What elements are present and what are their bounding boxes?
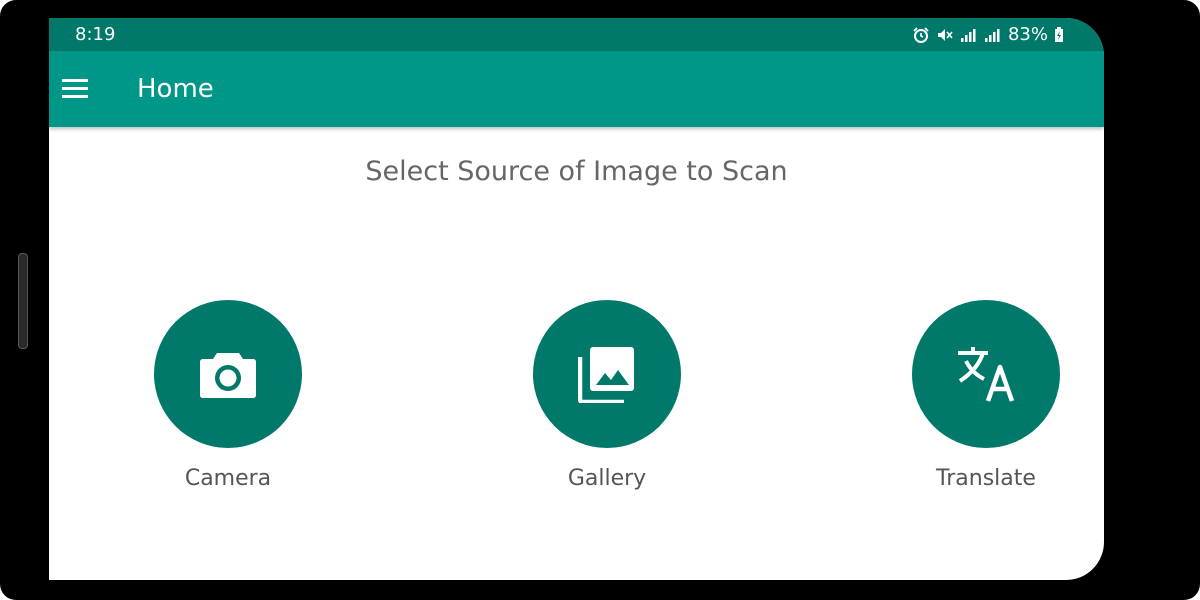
signal-icon	[960, 28, 976, 42]
camera-button[interactable]	[154, 300, 302, 448]
battery-charging-icon	[1055, 26, 1063, 42]
phone-frame: 8:19 83% Home Select Source of Image to …	[0, 0, 1200, 600]
translate-option[interactable]: Translate	[886, 300, 1086, 491]
status-bar: 8:19 83%	[49, 18, 1104, 51]
camera-label: Camera	[184, 466, 272, 491]
menu-button[interactable]	[49, 62, 103, 116]
camera-icon	[200, 353, 256, 398]
gallery-button[interactable]	[533, 300, 681, 448]
alarm-icon	[913, 26, 929, 43]
app-bar: Home	[49, 51, 1104, 127]
page-title: Home	[137, 74, 214, 104]
side-button	[18, 253, 28, 349]
translate-label: Translate	[936, 466, 1036, 491]
status-time: 8:19	[75, 24, 116, 45]
translate-icon	[958, 347, 1015, 402]
screen: 8:19 83% Home Select Source of Image to …	[49, 18, 1104, 580]
gallery-option[interactable]: Gallery	[507, 300, 707, 491]
battery-percent: 83%	[1007, 24, 1048, 45]
hamburger-menu-icon	[62, 79, 88, 98]
status-icons: 83%	[912, 24, 1064, 45]
gallery-label: Gallery	[567, 466, 647, 491]
translate-button[interactable]	[912, 300, 1060, 448]
mute-icon	[937, 28, 953, 41]
source-heading: Select Source of Image to Scan	[365, 156, 788, 187]
camera-option[interactable]: Camera	[128, 300, 328, 491]
gallery-icon	[578, 347, 634, 403]
signal-icon	[984, 28, 1000, 42]
